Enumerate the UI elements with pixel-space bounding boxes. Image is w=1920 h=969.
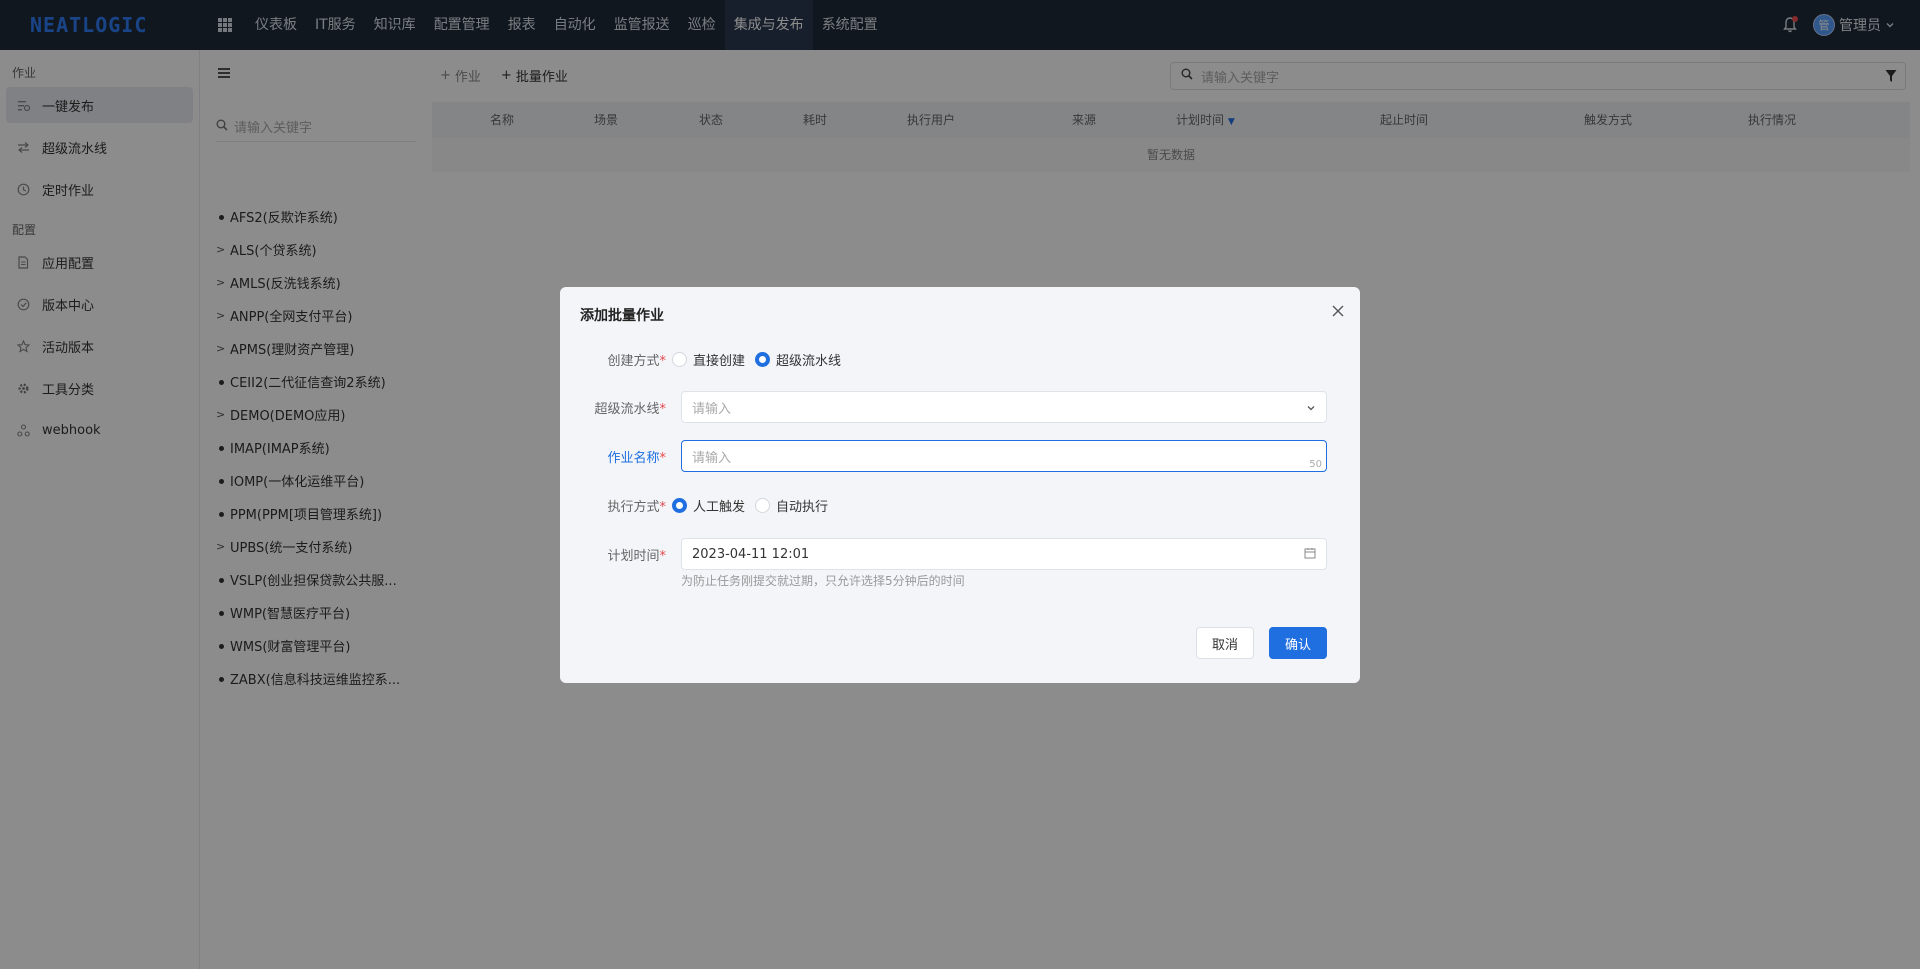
close-icon[interactable] [1330,303,1346,319]
chevron-down-icon [1306,402,1316,412]
char-counter: 50 [1309,459,1322,470]
radio-manual-trigger[interactable]: 人工触发 [672,496,745,515]
radio-direct-create[interactable]: 直接创建 [672,350,745,369]
dialog-title: 添加批量作业 [580,308,664,324]
plan-time-picker[interactable]: 2023-04-11 12:01 [681,538,1327,570]
create-mode-label: 创建方式* [607,353,666,369]
calendar-icon [1304,547,1316,559]
pipeline-select[interactable]: 请输入 [681,391,1327,423]
exec-mode-label: 执行方式* [607,499,666,515]
confirm-button[interactable]: 确认 [1269,627,1327,659]
add-batch-job-dialog: 添加批量作业 创建方式* 直接创建 超级流水线 超级流水线* 请输入 作业名称*… [560,287,1360,683]
exec-mode-row: 执行方式* 人工触发 自动执行 [560,489,1360,521]
plan-time-hint: 为防止任务刚提交就过期，只允许选择5分钟后的时间 [681,574,965,588]
radio-auto-exec[interactable]: 自动执行 [755,496,828,515]
create-mode-row: 创建方式* 直接创建 超级流水线 [560,343,1360,375]
radio-super-pipeline[interactable]: 超级流水线 [755,350,841,369]
plan-time-label: 计划时间* [607,548,666,564]
job-name-label: 作业名称* [607,450,666,466]
job-name-input[interactable]: 请输入 50 [681,440,1327,472]
cancel-button[interactable]: 取消 [1196,627,1254,659]
pipeline-label: 超级流水线* [594,401,666,417]
